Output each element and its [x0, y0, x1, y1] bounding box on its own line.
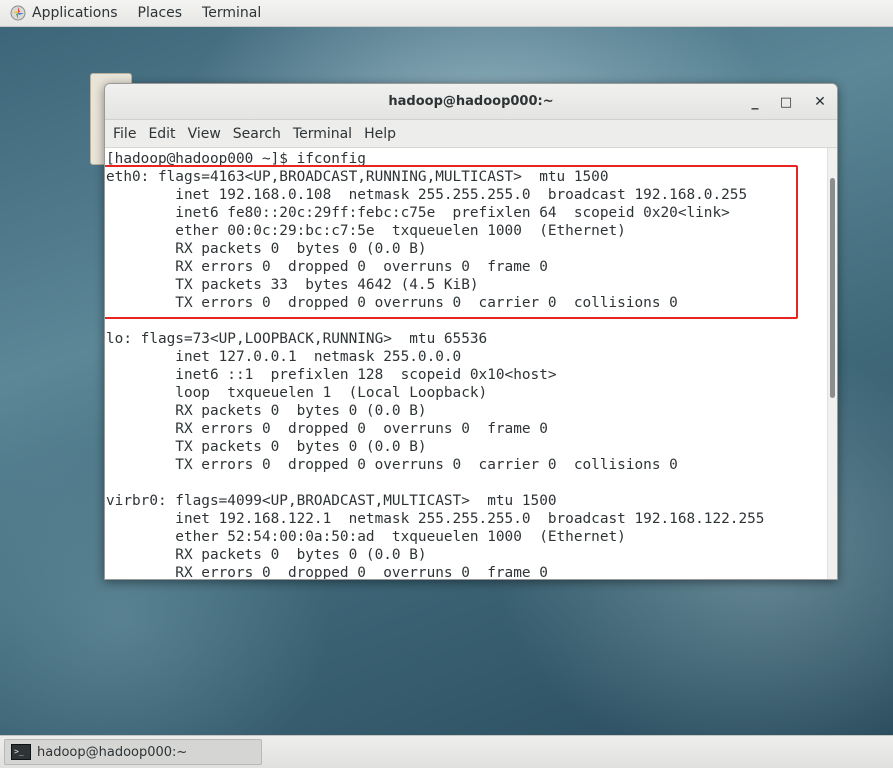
terminal-line: [hadoop@hadoop000 ~]$ ifconfig [106, 151, 366, 167]
terminal-line: RX packets 0 bytes 0 (0.0 B) [106, 241, 427, 257]
taskbar-item-terminal[interactable]: >_ hadoop@hadoop000:~ [4, 739, 262, 765]
terminal-line: inet 192.168.0.108 netmask 255.255.255.0… [106, 187, 748, 203]
terminal-app-menu[interactable]: Terminal [192, 0, 271, 26]
places-menu[interactable]: Places [128, 0, 193, 26]
menu-help[interactable]: Help [358, 126, 402, 142]
menu-terminal[interactable]: Terminal [287, 126, 358, 142]
maximize-button[interactable]: □ [776, 92, 796, 112]
top-bar: Applications Places Terminal [0, 0, 893, 27]
terminal-line: RX packets 0 bytes 0 (0.0 B) [106, 547, 427, 563]
terminal-line: ether 00:0c:29:bc:c7:5e txqueuelen 1000 … [106, 223, 626, 239]
terminal-output[interactable]: [hadoop@hadoop000 ~]$ ifconfig eth0: fla… [105, 148, 827, 580]
terminal-line: inet 127.0.0.1 netmask 255.0.0.0 [106, 349, 462, 365]
window-title: hadoop@hadoop000:~ [388, 94, 554, 109]
bottom-taskbar: >_ hadoop@hadoop000:~ [0, 735, 893, 768]
terminal-line: lo: flags=73<UP,LOOPBACK,RUNNING> mtu 65… [106, 331, 488, 347]
terminal-line: TX errors 0 dropped 0 overruns 0 carrier… [106, 457, 678, 473]
terminal-line: eth0: flags=4163<UP,BROADCAST,RUNNING,MU… [106, 169, 609, 185]
menu-edit[interactable]: Edit [142, 126, 181, 142]
places-label: Places [137, 5, 183, 21]
minimize-button[interactable]: _ [745, 92, 765, 112]
terminal-line: TX packets 0 bytes 0 (0.0 B) [106, 439, 427, 455]
terminal-line: RX errors 0 dropped 0 overruns 0 frame 0 [106, 565, 548, 580]
menu-search[interactable]: Search [227, 126, 287, 142]
terminal-scrollbar[interactable] [827, 148, 837, 579]
terminal-line: inet 192.168.122.1 netmask 255.255.255.0… [106, 511, 765, 527]
terminal-line: RX errors 0 dropped 0 overruns 0 frame 0 [106, 259, 548, 275]
terminal-line: virbr0: flags=4099<UP,BROADCAST,MULTICAS… [106, 493, 557, 509]
terminal-line: RX packets 0 bytes 0 (0.0 B) [106, 403, 427, 419]
applications-menu[interactable]: Applications [0, 0, 128, 26]
terminal-line: ether 52:54:00:0a:50:ad txqueuelen 1000 … [106, 529, 626, 545]
terminal-text: [hadoop@hadoop000 ~]$ ifconfig eth0: fla… [105, 148, 827, 580]
terminal-app-label: Terminal [202, 5, 262, 21]
close-button[interactable]: ✕ [810, 92, 830, 112]
applications-label: Applications [32, 5, 118, 21]
taskbar-item-label: hadoop@hadoop000:~ [37, 744, 188, 760]
applications-icon [10, 5, 26, 21]
terminal-line: loop txqueuelen 1 (Local Loopback) [106, 385, 488, 401]
terminal-line: RX errors 0 dropped 0 overruns 0 frame 0 [106, 421, 548, 437]
menu-view[interactable]: View [182, 126, 227, 142]
window-titlebar[interactable]: hadoop@hadoop000:~ _ □ ✕ [105, 84, 837, 120]
terminal-line: inet6 ::1 prefixlen 128 scopeid 0x10<hos… [106, 367, 557, 383]
scrollbar-thumb[interactable] [830, 178, 835, 398]
terminal-line: inet6 fe80::20c:29ff:febc:c75e prefixlen… [106, 205, 730, 221]
terminal-icon: >_ [11, 744, 31, 760]
terminal-line: TX errors 0 dropped 0 overruns 0 carrier… [106, 295, 678, 311]
terminal-window: hadoop@hadoop000:~ _ □ ✕ File Edit View … [104, 83, 838, 580]
terminal-line: TX packets 33 bytes 4642 (4.5 KiB) [106, 277, 479, 293]
terminal-menubar: File Edit View Search Terminal Help [105, 120, 837, 148]
menu-file[interactable]: File [107, 126, 142, 142]
